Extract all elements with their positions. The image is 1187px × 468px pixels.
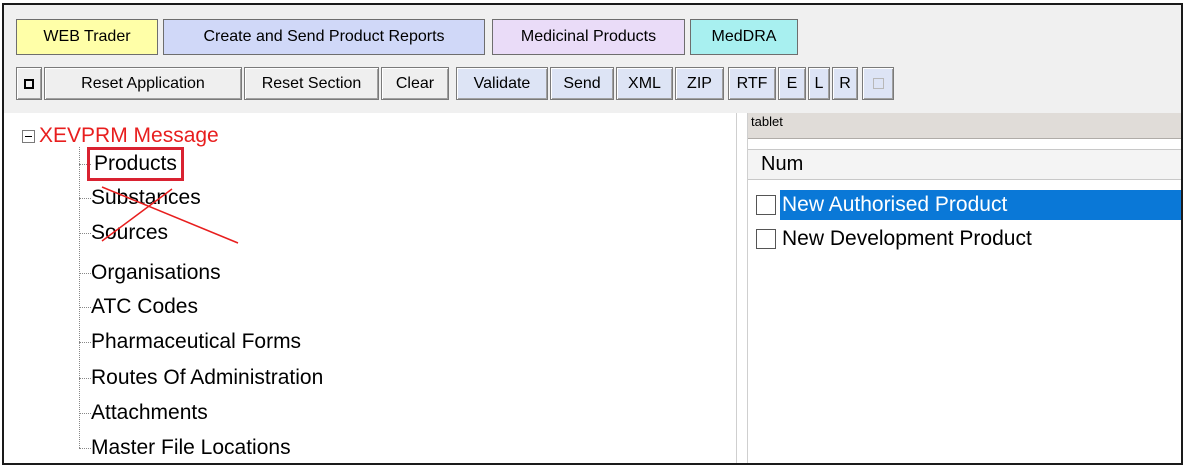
row-checkbox[interactable] (756, 229, 776, 249)
zip-button[interactable]: ZIP (675, 67, 724, 100)
tab-medicinal-products[interactable]: Medicinal Products (492, 19, 685, 55)
tab-meddra[interactable]: MedDRA (690, 19, 798, 55)
product-list-panel: tablet Num New Authorised Product New De… (748, 113, 1181, 463)
tree-item-pharmaceutical-forms[interactable]: Pharmaceutical Forms (79, 325, 301, 359)
tree-item-atc-codes[interactable]: ATC Codes (79, 290, 198, 324)
xml-button[interactable]: XML (616, 67, 673, 100)
window-toggle-button[interactable] (16, 67, 42, 100)
tree-item-label: Pharmaceutical Forms (91, 330, 302, 353)
square-icon (872, 78, 884, 89)
tree-item-substances[interactable]: Substances (79, 181, 201, 215)
split-divider[interactable] (736, 113, 748, 463)
collapse-icon[interactable] (22, 129, 35, 143)
tree-item-label: Products (87, 147, 184, 181)
tree-item-sources[interactable]: Sources (79, 216, 168, 250)
navigation-tree: XEVPRM Message Products Substances Sourc… (14, 113, 736, 463)
list-item-new-development-product[interactable]: New Development Product (756, 223, 1181, 255)
tree-item-products[interactable]: Products (79, 147, 184, 181)
clear-button[interactable]: Clear (381, 67, 449, 100)
toolbar-area: WEB Trader Create and Send Product Repor… (4, 5, 1181, 113)
r-button[interactable]: R (832, 67, 858, 100)
send-button[interactable]: Send (550, 67, 614, 100)
tree-item-routes-of-administration[interactable]: Routes Of Administration (79, 361, 323, 395)
tree-item-master-file-locations[interactable]: Master File Locations (79, 431, 291, 463)
validate-button[interactable]: Validate (456, 67, 548, 100)
tree-item-label: Sources (91, 221, 169, 244)
column-header-num[interactable]: Num (748, 149, 1181, 180)
tab-web-trader[interactable]: WEB Trader (16, 19, 158, 55)
tree-item-attachments[interactable]: Attachments (79, 396, 208, 430)
tree-branch-line (79, 272, 91, 274)
tree-branch-line (79, 341, 91, 343)
window-square-icon (24, 78, 34, 89)
application-window: WEB Trader Create and Send Product Repor… (2, 3, 1183, 465)
row-label: New Development Product (782, 227, 1032, 250)
tree-branch-line (79, 447, 91, 449)
tree-item-label: Routes Of Administration (91, 366, 324, 389)
row-checkbox[interactable] (756, 195, 776, 215)
tree-branch-line (79, 412, 91, 414)
l-button[interactable]: L (808, 67, 830, 100)
reset-section-button[interactable]: Reset Section (244, 67, 379, 100)
tree-item-label: Attachments (91, 401, 208, 424)
list-item-new-authorised-product[interactable]: New Authorised Product (756, 189, 1181, 221)
tree-root-label: XEVPRM Message (39, 124, 219, 147)
reset-application-button[interactable]: Reset Application (44, 67, 242, 100)
e-button[interactable]: E (778, 67, 806, 100)
filter-field[interactable]: tablet (748, 113, 1181, 139)
tree-branch-line (79, 232, 91, 234)
tree-item-organisations[interactable]: Organisations (79, 256, 221, 290)
tree-branch-line (79, 197, 91, 199)
rtf-button[interactable]: RTF (728, 67, 776, 100)
tree-branch-line (79, 306, 91, 308)
row-label: New Authorised Product (780, 190, 1181, 220)
tree-item-label: Organisations (91, 261, 221, 284)
tree-item-label: Substances (91, 186, 201, 209)
tab-create-send-product-reports[interactable]: Create and Send Product Reports (163, 19, 485, 55)
tree-item-label: Master File Locations (91, 436, 291, 459)
tree-item-label: ATC Codes (91, 295, 198, 318)
tree-branch-line (79, 377, 91, 379)
disabled-square-button[interactable] (862, 67, 894, 100)
